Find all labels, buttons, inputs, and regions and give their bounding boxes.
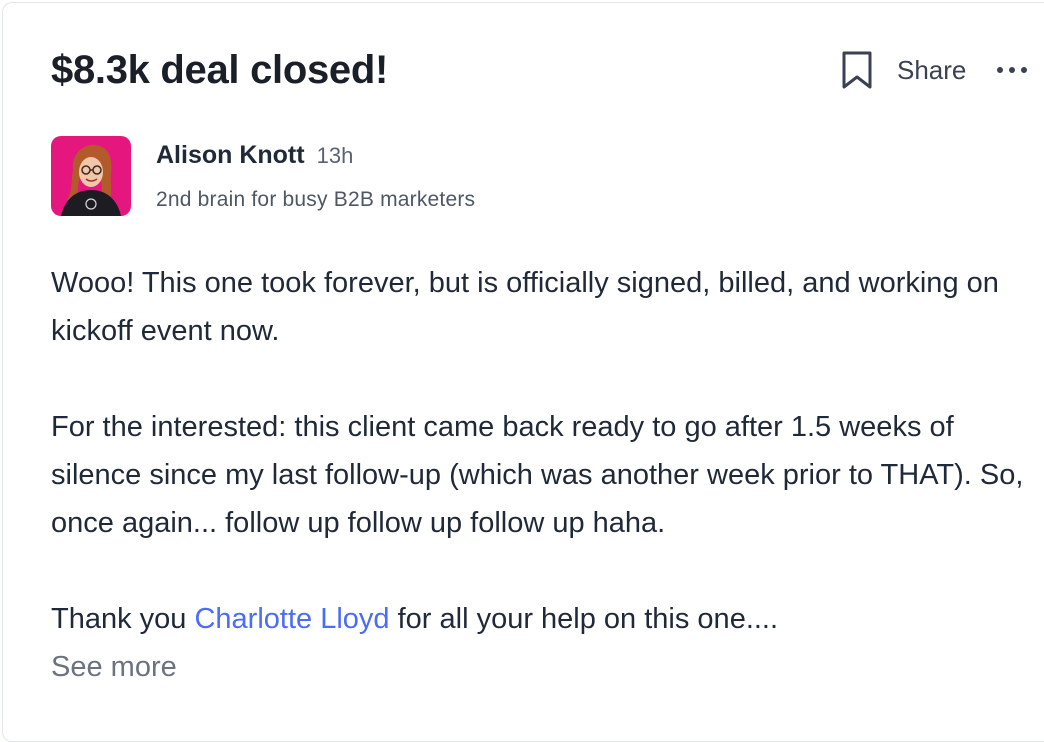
author-name[interactable]: Alison Knott	[156, 141, 305, 169]
post-body: Wooo! This one took forever, but is offi…	[51, 259, 1041, 643]
author-line: Alison Knott 13h	[156, 141, 353, 170]
post-timestamp: 13h	[316, 143, 354, 168]
more-options-button[interactable]	[994, 56, 1034, 84]
post-paragraph: For the interested: this client came bac…	[51, 411, 1024, 539]
thanks-prefix: Thank you	[51, 603, 195, 635]
share-button[interactable]: Share	[897, 54, 966, 86]
author-avatar[interactable]	[51, 136, 131, 216]
thanks-suffix: for all your help on this one....	[389, 603, 779, 635]
post-title: $8.3k deal closed!	[51, 48, 389, 92]
avatar-photo	[51, 136, 131, 216]
bookmark-icon	[842, 51, 872, 89]
post-paragraph-thanks: Thank you Charlotte Lloyd for all your h…	[51, 595, 1041, 643]
user-mention-link[interactable]: Charlotte Lloyd	[194, 603, 389, 635]
more-options-icon	[997, 67, 1027, 73]
post-header: $8.3k deal closed! Share	[0, 0, 1044, 130]
see-more-link[interactable]: See more	[51, 645, 177, 689]
author-tagline: 2nd brain for busy B2B marketers	[156, 188, 476, 211]
bookmark-button[interactable]	[840, 50, 874, 90]
post-paragraph: Wooo! This one took forever, but is offi…	[51, 267, 999, 347]
